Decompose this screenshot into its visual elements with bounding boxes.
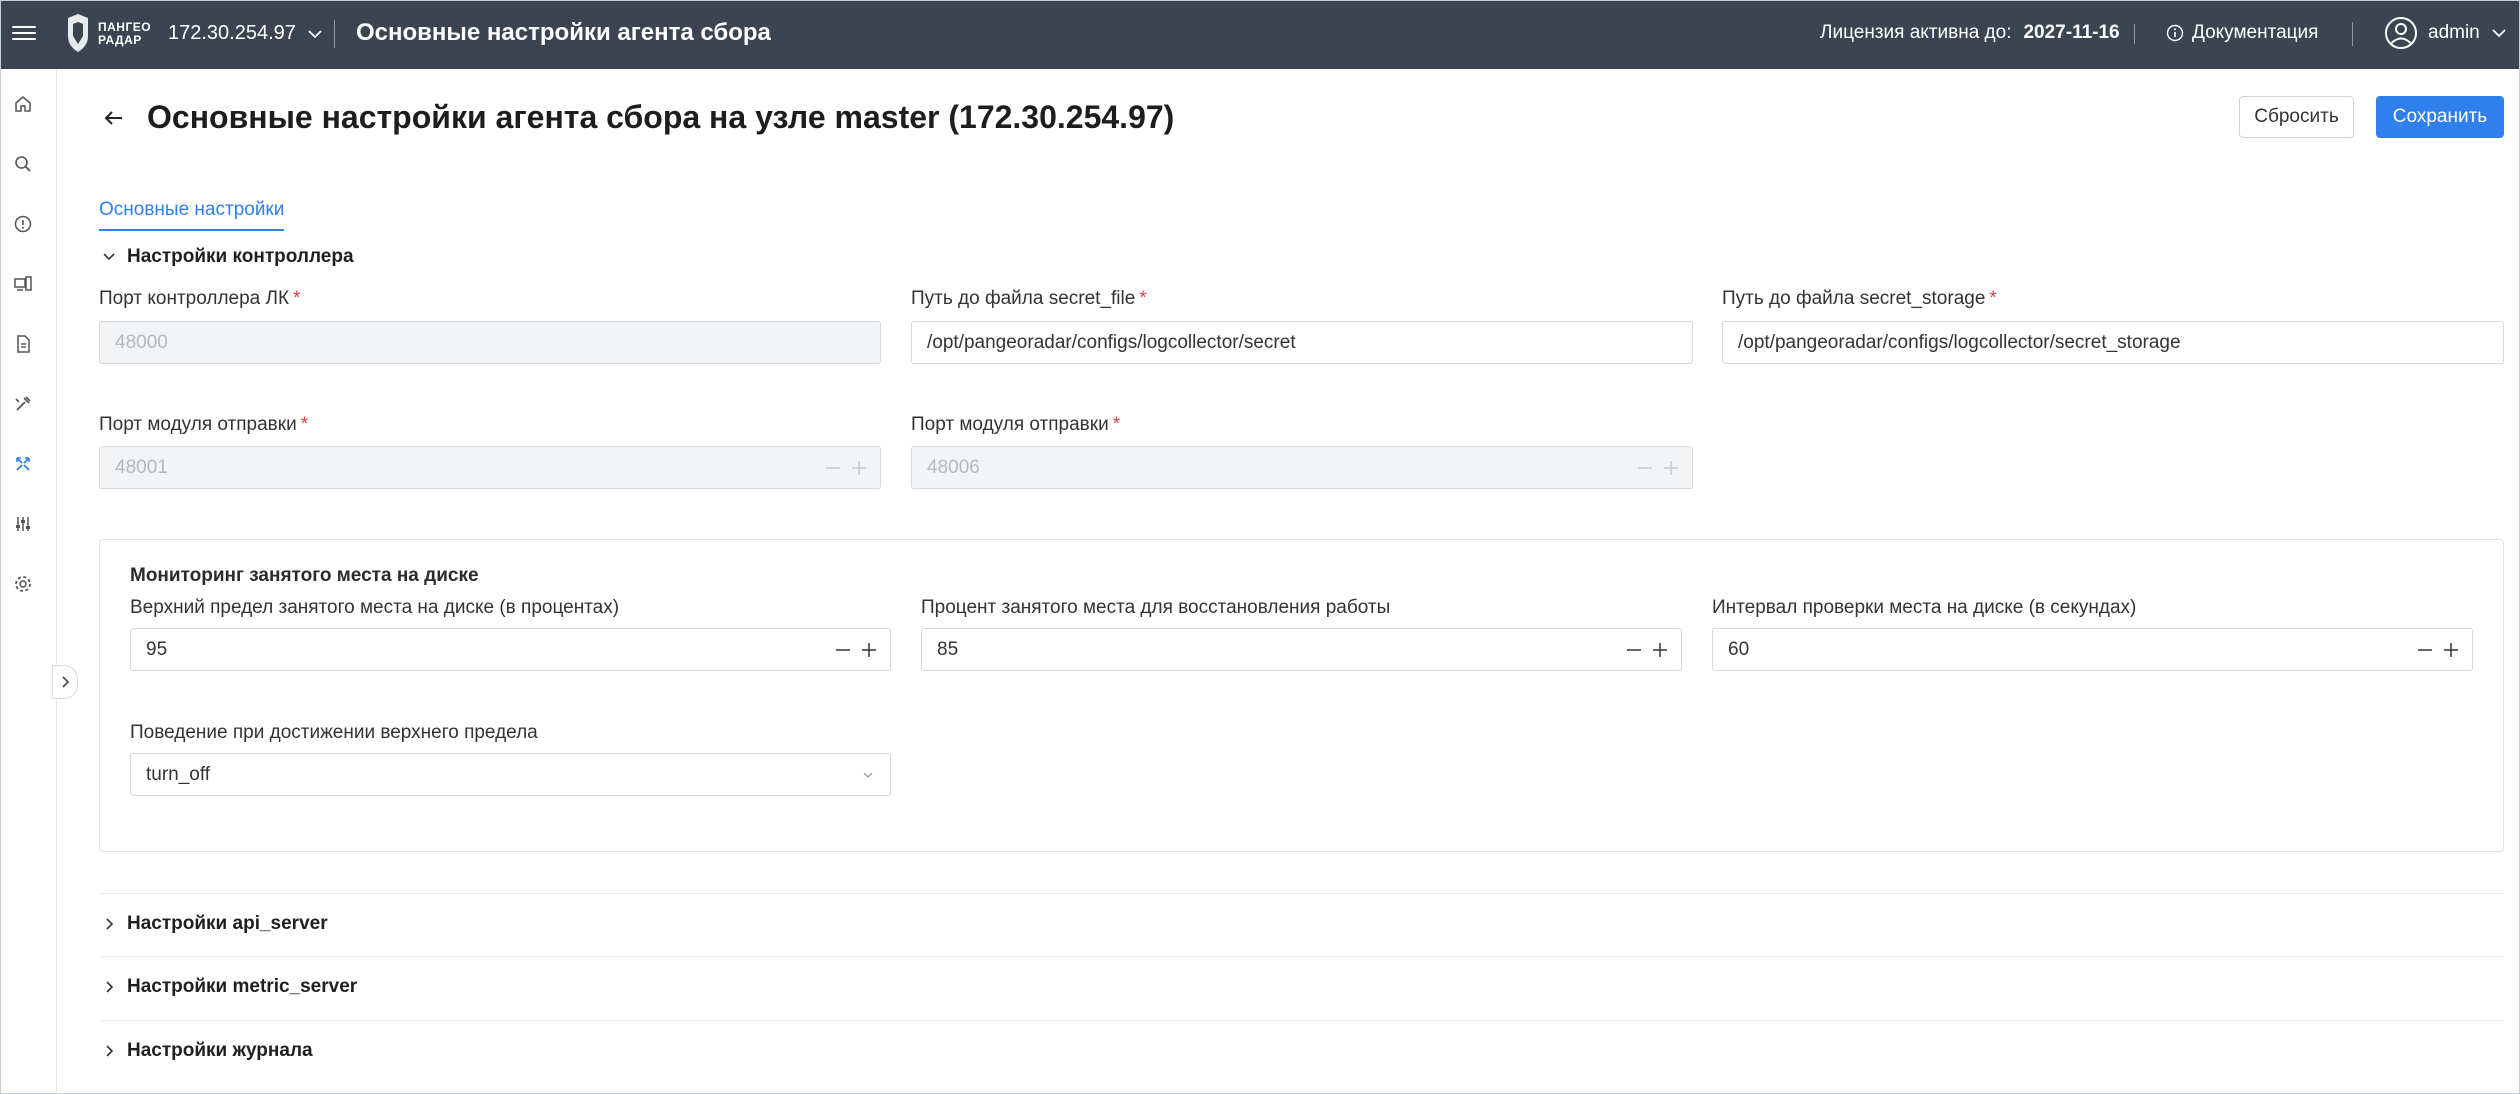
section-journal-title: Настройки журнала	[127, 1040, 313, 1061]
port-lk-label: Порт контроллера ЛК *	[99, 288, 301, 309]
section-controller-title: Настройки контроллера	[127, 246, 354, 267]
collector-icon[interactable]	[10, 451, 36, 477]
user-avatar-icon	[2385, 17, 2417, 49]
host-select[interactable]: 172.30.254.97	[168, 22, 324, 45]
tab-main-settings[interactable]: Основные настройки	[99, 199, 285, 231]
plus-icon[interactable]	[1651, 641, 1669, 659]
plus-icon[interactable]	[1662, 459, 1680, 477]
send-port-2-input[interactable]: 48006	[911, 446, 1693, 489]
upper-limit-label: Верхний предел занятого места на диске (…	[130, 597, 620, 618]
tools-icon[interactable]	[10, 391, 36, 417]
chevron-down-icon	[2492, 29, 2506, 38]
divider	[2134, 24, 2135, 44]
sidebar	[0, 69, 57, 1094]
recovery-label: Процент занятого места для восстановлени…	[921, 597, 1391, 618]
secret-file-label: Путь до файла secret_file *	[911, 288, 1147, 309]
chevron-right-icon	[62, 676, 70, 688]
interval-label: Интервал проверки места на диске (в секу…	[1712, 597, 2137, 618]
divider	[99, 956, 2504, 957]
minus-icon[interactable]	[2416, 641, 2434, 659]
docs-link[interactable]: Документация	[2166, 22, 2318, 44]
document-icon[interactable]	[10, 331, 36, 357]
license-label: Лицензия активна до:	[1820, 22, 2012, 43]
divider	[2352, 22, 2353, 46]
top-bar: ПАНГЕО РАДАР 172.30.254.97 Основные наст…	[0, 0, 2520, 69]
devices-icon[interactable]	[10, 271, 36, 297]
divider	[334, 20, 335, 48]
secret-storage-input[interactable]: /opt/pangeoradar/configs/logcollector/se…	[1722, 321, 2504, 364]
logo: ПАНГЕО РАДАР	[64, 12, 151, 56]
behavior-label: Поведение при достижении верхнего предел…	[130, 722, 538, 743]
host-value: 172.30.254.97	[168, 22, 296, 44]
chevron-down-icon	[863, 772, 873, 778]
plus-icon[interactable]	[850, 459, 868, 477]
user-menu[interactable]: admin	[2384, 16, 2508, 50]
plus-icon[interactable]	[860, 641, 878, 659]
chevron-down-icon	[103, 253, 115, 261]
secret-storage-label: Путь до файла secret_storage *	[1722, 288, 1997, 309]
send-port-1-label: Порт модуля отправки *	[99, 414, 309, 435]
back-arrow-icon[interactable]	[100, 104, 128, 132]
logo-shield-icon	[68, 14, 88, 52]
minus-icon[interactable]	[1625, 641, 1643, 659]
logo-line2: РАДАР	[98, 33, 142, 47]
interval-input[interactable]: 60	[1712, 628, 2473, 671]
behavior-select[interactable]: turn_off	[130, 753, 891, 796]
plus-icon[interactable]	[2442, 641, 2460, 659]
search-icon[interactable]	[10, 151, 36, 177]
disk-monitoring-title: Мониторинг занятого места на диске	[130, 565, 479, 586]
divider	[99, 893, 2504, 894]
home-icon[interactable]	[10, 91, 36, 117]
license-info: Лицензия активна до: 2027-11-16	[1820, 22, 2120, 44]
section-api-server-title: Настройки api_server	[127, 913, 328, 934]
section-journal-header[interactable]: Настройки журнала	[101, 1040, 313, 1062]
send-port-2-label: Порт модуля отправки *	[911, 414, 1121, 435]
license-date: 2027-11-16	[2023, 22, 2120, 43]
port-lk-input[interactable]: 48000	[99, 321, 881, 364]
minus-icon[interactable]	[824, 459, 842, 477]
minus-icon[interactable]	[834, 641, 852, 659]
send-port-1-input[interactable]: 48001	[99, 446, 881, 489]
info-icon	[2166, 24, 2184, 42]
section-controller-header[interactable]: Настройки контроллера	[101, 246, 354, 268]
gear-icon[interactable]	[10, 571, 36, 597]
sliders-icon[interactable]	[10, 511, 36, 537]
save-button[interactable]: Сохранить	[2376, 96, 2504, 138]
section-metric-server-title: Настройки metric_server	[127, 976, 358, 997]
sidebar-expand-button[interactable]	[52, 665, 78, 699]
docs-label: Документация	[2192, 22, 2319, 43]
info-icon[interactable]	[10, 211, 36, 237]
app-title: Основные настройки агента сбора	[356, 19, 771, 46]
chevron-right-icon	[106, 981, 114, 993]
upper-limit-input[interactable]: 95	[130, 628, 891, 671]
divider	[99, 1020, 2504, 1021]
user-name: admin	[2428, 22, 2480, 43]
recovery-input[interactable]: 85	[921, 628, 1682, 671]
secret-file-input[interactable]: /opt/pangeoradar/configs/logcollector/se…	[911, 321, 1693, 364]
menu-icon[interactable]	[12, 22, 36, 46]
chevron-down-icon	[308, 29, 322, 38]
chevron-right-icon	[106, 1045, 114, 1057]
minus-icon[interactable]	[1636, 459, 1654, 477]
section-api-server-header[interactable]: Настройки api_server	[101, 913, 328, 935]
section-metric-server-header[interactable]: Настройки metric_server	[101, 976, 357, 998]
page-title: Основные настройки агента сбора на узле …	[147, 99, 1175, 135]
reset-button[interactable]: Сбросить	[2239, 96, 2354, 138]
chevron-right-icon	[106, 918, 114, 930]
